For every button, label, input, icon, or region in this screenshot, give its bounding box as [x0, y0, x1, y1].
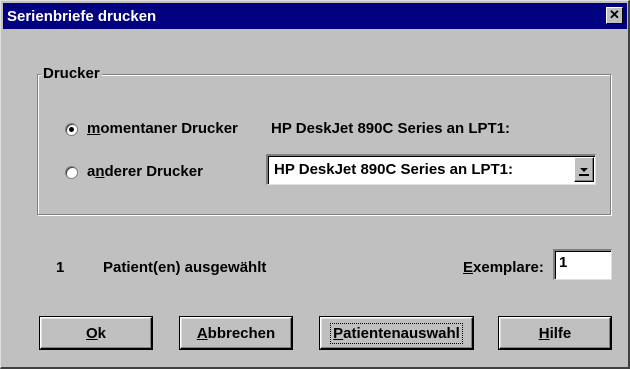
copies-mnemonic: E [463, 259, 474, 276]
cancel-label-rest: bbrechen [207, 324, 276, 342]
current-printer-label-rest: omentaner Drucker [100, 120, 238, 137]
patient-selected-text: Patient(en) ausgewählt [103, 259, 267, 276]
other-printer-mnemonic: n [95, 163, 105, 180]
title-bar[interactable]: Serienbriefe drucken ✕ [3, 3, 627, 29]
other-printer-label-rest: derer Drucker [104, 163, 203, 180]
close-icon: ✕ [609, 7, 620, 22]
dialog-window: Serienbriefe drucken ✕ Drucker momentane… [0, 0, 630, 369]
patient-label-rest: atientenauswahl [343, 324, 460, 342]
help-label-rest: ilfe [549, 324, 572, 342]
patient-selection-button[interactable]: Patientenauswahl [320, 317, 473, 349]
help-mnemonic: H [538, 324, 550, 342]
printer-select[interactable]: HP DeskJet 890C Series an LPT1: [266, 154, 596, 185]
copies-value: 1 [559, 254, 568, 271]
other-printer-label[interactable]: anderer Drucker [87, 163, 203, 180]
ok-mnemonic: O [85, 324, 98, 342]
close-button[interactable]: ✕ [606, 7, 623, 24]
printer-group-legend: Drucker [41, 65, 102, 82]
window-title: Serienbriefe drucken [7, 7, 157, 25]
other-printer-radio[interactable] [65, 166, 78, 179]
copies-label-rest: xemplare: [473, 259, 544, 276]
patient-count: 1 [56, 259, 65, 276]
current-printer-label[interactable]: momentaner Drucker [87, 120, 238, 137]
patient-mnemonic: P [333, 324, 344, 342]
copies-input[interactable]: 1 [553, 249, 612, 280]
dropdown-arrow-icon[interactable] [574, 157, 594, 182]
printer-groupbox [37, 74, 611, 215]
current-printer-mnemonic: m [87, 120, 101, 137]
current-printer-radio[interactable] [65, 123, 78, 136]
ok-button[interactable]: Ok [40, 317, 152, 349]
cancel-mnemonic: A [196, 324, 208, 342]
cancel-button[interactable]: Abbrechen [180, 317, 292, 349]
help-button[interactable]: Hilfe [499, 317, 611, 349]
ok-label-rest: k [97, 324, 106, 342]
copies-label: Exemplare: [463, 259, 544, 276]
current-printer-value: HP DeskJet 890C Series an LPT1: [271, 120, 511, 137]
printer-select-value: HP DeskJet 890C Series an LPT1: [274, 161, 514, 178]
